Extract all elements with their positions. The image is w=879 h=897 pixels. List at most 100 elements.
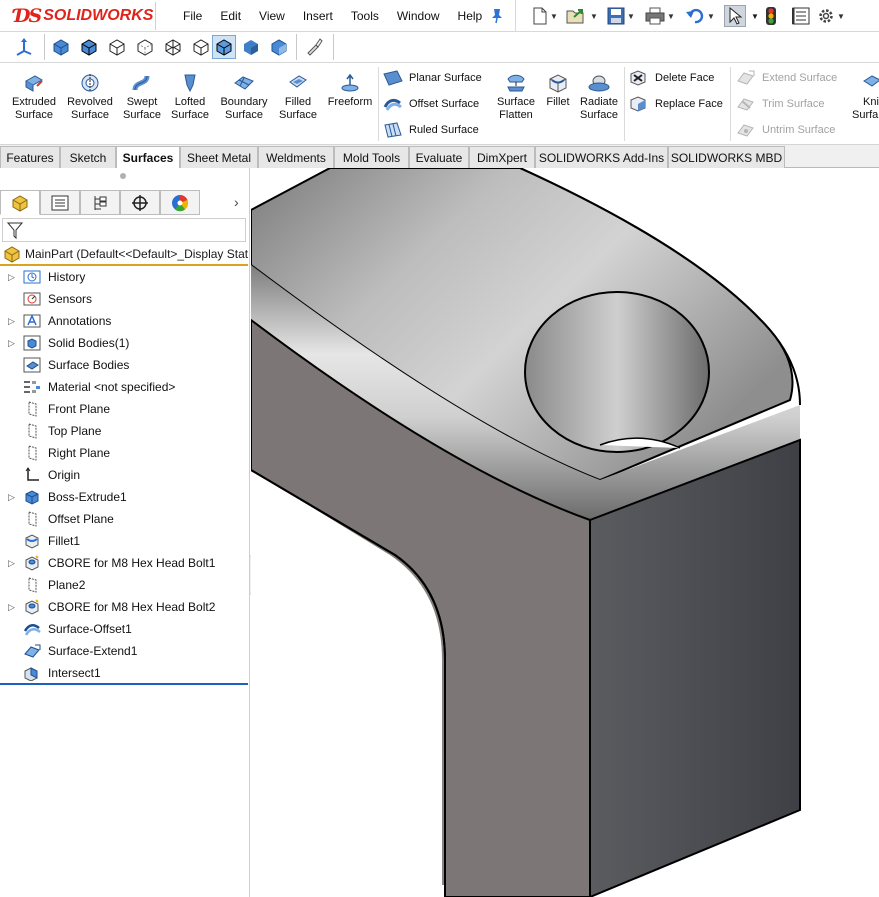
panel-grip[interactable]: [120, 173, 126, 179]
filter-field[interactable]: [2, 218, 246, 242]
lofted-surface-button[interactable]: Lofted Surface: [168, 73, 212, 122]
rebuild-button[interactable]: [765, 5, 777, 27]
fillet-button[interactable]: Fillet: [542, 73, 574, 109]
expand-arrow-icon[interactable]: ▷: [8, 558, 16, 569]
section-view-button[interactable]: [267, 35, 291, 59]
save-button[interactable]: ▼: [607, 5, 635, 27]
extend-surface-button[interactable]: Extend Surface: [736, 67, 837, 89]
tree-item-history[interactable]: ▷ History: [0, 266, 250, 288]
expand-arrow-icon[interactable]: ▷: [8, 316, 16, 327]
tab-configuration-manager[interactable]: [80, 190, 120, 215]
planar-surface-button[interactable]: Planar Surface: [383, 67, 482, 89]
shaded-edges-button[interactable]: [77, 35, 101, 59]
chevron-down-icon[interactable]: ▼: [627, 12, 635, 21]
revolved-surface-button[interactable]: Revolved Surface: [63, 73, 117, 122]
tab-weldments[interactable]: Weldments: [258, 146, 334, 168]
tree-item-surface-offset1[interactable]: Surface-Offset1: [0, 618, 250, 640]
open-button[interactable]: ▼: [566, 5, 598, 27]
tab-feature-tree[interactable]: [0, 190, 40, 215]
untrim-surface-button[interactable]: Untrim Surface: [736, 119, 835, 141]
freeform-button[interactable]: Freeform: [324, 73, 376, 109]
menu-file[interactable]: File: [174, 9, 211, 23]
tab-display-manager[interactable]: [160, 190, 200, 215]
tab-dimxpert-manager[interactable]: [120, 190, 160, 215]
menu-help[interactable]: Help: [449, 9, 492, 23]
radiate-surface-button[interactable]: Radiate Surface: [577, 73, 621, 122]
boundary-surface-button[interactable]: Boundary Surface: [216, 73, 272, 122]
chevron-down-icon[interactable]: ▼: [667, 12, 675, 21]
chevron-down-icon[interactable]: ▼: [590, 12, 598, 21]
tab-add-ins[interactable]: SOLIDWORKS Add-Ins: [535, 146, 668, 168]
solidworks-logo[interactable]: ƊS SOLIDWORKS: [14, 4, 153, 28]
tree-item-surface-extend1[interactable]: Surface-Extend1: [0, 640, 250, 662]
hidden-lines-visible-button[interactable]: [133, 35, 157, 59]
menu-tools[interactable]: Tools: [342, 9, 388, 23]
tab-surfaces[interactable]: Surfaces: [116, 146, 180, 169]
print-button[interactable]: ▼: [645, 5, 675, 27]
tab-property-manager[interactable]: [40, 190, 80, 215]
graphics-area[interactable]: [251, 168, 879, 897]
expand-arrow-icon[interactable]: ▷: [8, 602, 16, 613]
appearance-button[interactable]: [302, 35, 326, 59]
tree-item-front-plane[interactable]: Front Plane: [0, 398, 250, 420]
select-button[interactable]: [724, 5, 746, 27]
tree-item-surface-bodies[interactable]: Surface Bodies: [0, 354, 250, 376]
filled-surface-button[interactable]: Filled Surface: [276, 73, 320, 122]
menu-edit[interactable]: Edit: [211, 9, 250, 23]
file-properties-button[interactable]: [792, 5, 810, 27]
pin-menu-icon[interactable]: [490, 8, 504, 24]
ruled-surface-button[interactable]: Ruled Surface: [383, 119, 479, 141]
tree-item-sensors[interactable]: Sensors: [0, 288, 250, 310]
menu-insert[interactable]: Insert: [294, 9, 342, 23]
chevron-down-icon[interactable]: ▼: [751, 5, 759, 27]
shaded-button[interactable]: [239, 35, 263, 59]
knit-surface-button[interactable]: Kni Surfa: [852, 73, 879, 122]
tree-item-origin[interactable]: Origin: [0, 464, 250, 486]
part-model-render[interactable]: [251, 168, 879, 897]
surface-flatten-button[interactable]: Surface Flatten: [494, 73, 538, 122]
tree-item-plane2[interactable]: Plane2: [0, 574, 250, 596]
tree-item-cbore-bolt1[interactable]: ▷ CBORE for M8 Hex Head Bolt1: [0, 552, 250, 574]
shaded-with-edges-button[interactable]: [212, 35, 236, 59]
tree-item-right-plane[interactable]: Right Plane: [0, 442, 250, 464]
menu-window[interactable]: Window: [388, 9, 449, 23]
wireframe-button[interactable]: [161, 35, 185, 59]
tree-item-top-plane[interactable]: Top Plane: [0, 420, 250, 442]
chevron-down-icon[interactable]: ▼: [707, 12, 715, 21]
chevron-right-icon[interactable]: ›: [234, 194, 239, 210]
shaded-view-button[interactable]: [49, 35, 73, 59]
tree-item-material[interactable]: Material <not specified>: [0, 376, 250, 398]
expand-arrow-icon[interactable]: ▷: [8, 272, 16, 283]
expand-arrow-icon[interactable]: ▷: [8, 492, 16, 503]
offset-surface-button[interactable]: Offset Surface: [383, 93, 479, 115]
trim-surface-button[interactable]: Trim Surface: [736, 93, 825, 115]
swept-surface-button[interactable]: Swept Surface: [119, 73, 165, 122]
replace-face-button[interactable]: Replace Face: [629, 93, 723, 115]
chevron-down-icon[interactable]: ▼: [837, 12, 845, 21]
chevron-down-icon[interactable]: ▼: [550, 12, 558, 21]
tree-item-intersect1[interactable]: Intersect1: [0, 662, 250, 684]
tab-dimxpert[interactable]: DimXpert: [469, 146, 535, 168]
new-document-button[interactable]: ▼: [532, 5, 558, 27]
tab-mbd[interactable]: SOLIDWORKS MBD: [668, 146, 785, 168]
expand-arrow-icon[interactable]: ▷: [8, 338, 16, 349]
extruded-surface-button[interactable]: Extruded Surface: [6, 73, 62, 122]
tree-item-offset-plane[interactable]: Offset Plane: [0, 508, 250, 530]
tree-item-cbore-bolt2[interactable]: ▷ CBORE for M8 Hex Head Bolt2: [0, 596, 250, 618]
tab-sheet-metal[interactable]: Sheet Metal: [180, 146, 258, 168]
tab-mold-tools[interactable]: Mold Tools: [334, 146, 409, 168]
tab-evaluate[interactable]: Evaluate: [409, 146, 469, 168]
tree-item-fillet1[interactable]: Fillet1: [0, 530, 250, 552]
view-orientation-button[interactable]: [12, 35, 36, 59]
tree-item-boss-extrude1[interactable]: ▷ Boss-Extrude1: [0, 486, 250, 508]
hidden-lines-removed-button[interactable]: [105, 35, 129, 59]
menu-view[interactable]: View: [250, 9, 294, 23]
draft-quality-button[interactable]: [189, 35, 213, 59]
delete-face-button[interactable]: Delete Face: [629, 67, 714, 89]
feature-tree-root[interactable]: MainPart (Default<<Default>_Display Stat: [0, 244, 250, 264]
undo-button[interactable]: ▼: [685, 5, 715, 27]
tab-features[interactable]: Features: [0, 146, 60, 168]
rollback-bar[interactable]: [0, 683, 248, 685]
tree-item-annotations[interactable]: ▷ Annotations: [0, 310, 250, 332]
options-button[interactable]: ▼: [817, 5, 845, 27]
